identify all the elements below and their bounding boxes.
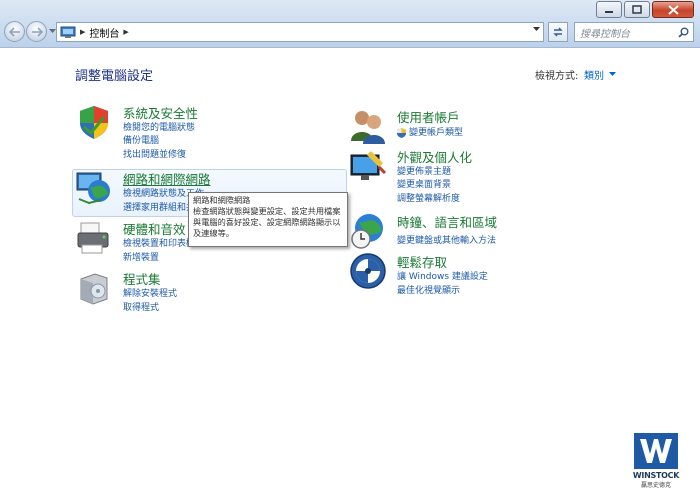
category-system-security: 系統及安全性 檢閱您的電腦狀態 備份電腦 找出問題並修復 (75, 103, 335, 163)
link-uninstall-program[interactable]: 解除安裝程式 (123, 286, 177, 299)
search-icon[interactable] (678, 27, 689, 38)
link-change-keyboard-input[interactable]: 變更鍵盤或其他輸入方法 (397, 233, 496, 246)
link-get-programs[interactable]: 取得程式 (123, 300, 159, 313)
link-change-theme[interactable]: 變更佈景主題 (397, 164, 451, 177)
link-find-fix-problems[interactable]: 找出問題並修復 (123, 147, 186, 160)
forward-arrow-icon (31, 26, 43, 37)
programs-box-icon (80, 273, 108, 305)
forward-button[interactable] (26, 21, 47, 42)
winstock-logo: WINSTOCK 贏思史德克 (631, 433, 681, 491)
category-ease-of-access: 輕鬆存取 讓 Windows 建議設定 最佳化視覺顯示 (349, 252, 609, 296)
maximize-button[interactable] (624, 1, 650, 18)
breadcrumb-separator[interactable]: ▶ (80, 28, 85, 36)
category-title-clock-language-region[interactable]: 時鐘、語言和區域 (397, 212, 497, 231)
printer-icon (77, 222, 109, 254)
clock-globe-icon (351, 214, 383, 249)
navigation-buttons (4, 21, 56, 42)
appearance-monitor-icon (350, 151, 387, 180)
maximize-icon (632, 5, 642, 14)
link-adjust-screen-resolution[interactable]: 調整螢幕解析度 (397, 191, 460, 204)
recent-pages-dropdown[interactable] (48, 26, 56, 38)
link-optimize-visual-display[interactable]: 最佳化視覺顯示 (397, 283, 460, 296)
address-dropdown-icon[interactable] (533, 27, 540, 32)
category-appearance: 外觀及個人化 變更佈景主題 變更桌面背景 調整螢幕解析度 (349, 147, 609, 205)
breadcrumb-control-panel[interactable]: 控制台 (89, 25, 119, 40)
link-change-account-type[interactable]: 變更帳戶類型 (397, 125, 463, 138)
close-icon (667, 4, 679, 15)
winstock-w-icon (634, 433, 678, 469)
back-button[interactable] (4, 21, 25, 42)
w-letter-icon (640, 439, 672, 463)
window-controls (594, 1, 694, 18)
link-backup-computer[interactable]: 備份電腦 (123, 133, 159, 146)
breadcrumb-separator-end[interactable]: ▶ (123, 28, 128, 36)
search-box[interactable]: 搜尋控制台 (574, 22, 694, 42)
refresh-icon (553, 27, 563, 37)
content-pane: 調整電腦設定 檢視方式: 類別 系統及安全性 檢閱您的電腦狀態 備份電腦 找出問… (0, 49, 700, 495)
address-bar[interactable]: ▶ 控制台 ▶ (56, 22, 544, 42)
logo-subtitle: 贏思史德克 (640, 482, 671, 489)
tooltip-title: 網路和網際網路 (193, 195, 251, 205)
network-tooltip: 網路和網際網路 檢查網路狀態與變更設定、設定共用檔案與電腦的喜好設定、設定網際網… (188, 192, 348, 247)
category-title-user-accounts[interactable]: 使用者帳戶 (397, 107, 460, 126)
link-add-device[interactable]: 新增裝置 (123, 250, 159, 263)
logo-name: WINSTOCK (632, 471, 680, 480)
chevron-down-icon (48, 29, 56, 33)
ease-of-access-icon (350, 253, 386, 289)
search-input[interactable]: 搜尋控制台 (580, 25, 678, 40)
tooltip-body: 檢查網路狀態與變更設定、設定共用檔案與電腦的喜好設定、設定網際網路顯示以及連線等… (193, 206, 341, 238)
refresh-button[interactable] (548, 22, 568, 42)
view-by-dropdown[interactable]: 類別 (584, 67, 616, 82)
back-arrow-icon (8, 26, 20, 37)
minimize-button[interactable] (596, 1, 622, 18)
close-button[interactable] (652, 1, 694, 18)
link-windows-suggest-settings[interactable]: 讓 Windows 建議設定 (397, 269, 488, 282)
view-by-value[interactable]: 類別 (584, 67, 604, 82)
page-title: 調整電腦設定 (75, 69, 154, 84)
network-globe-icon (76, 172, 110, 205)
view-by-label: 檢視方式: (535, 71, 579, 82)
control-panel-icon (60, 26, 76, 38)
category-clock-language-region: 時鐘、語言和區域 變更鍵盤或其他輸入方法 (349, 212, 609, 252)
title-bar: ▶ 控制台 ▶ 搜尋控制台 (0, 0, 700, 48)
uac-shield-icon (397, 127, 406, 138)
users-icon (351, 111, 385, 144)
link-review-computer-status[interactable]: 檢閱您的電腦狀態 (123, 120, 195, 133)
link-change-account-type-label[interactable]: 變更帳戶類型 (409, 128, 463, 138)
chevron-down-icon (609, 72, 616, 76)
category-user-accounts: 使用者帳戶 變更帳戶類型 (349, 107, 609, 147)
link-change-desktop-background[interactable]: 變更桌面背景 (397, 177, 451, 190)
security-shield-icon (80, 106, 108, 139)
category-programs: 程式集 解除安裝程式 取得程式 (75, 269, 335, 317)
link-devices-printers[interactable]: 檢視裝置和印表機 (123, 236, 195, 249)
minimize-icon (605, 10, 613, 13)
